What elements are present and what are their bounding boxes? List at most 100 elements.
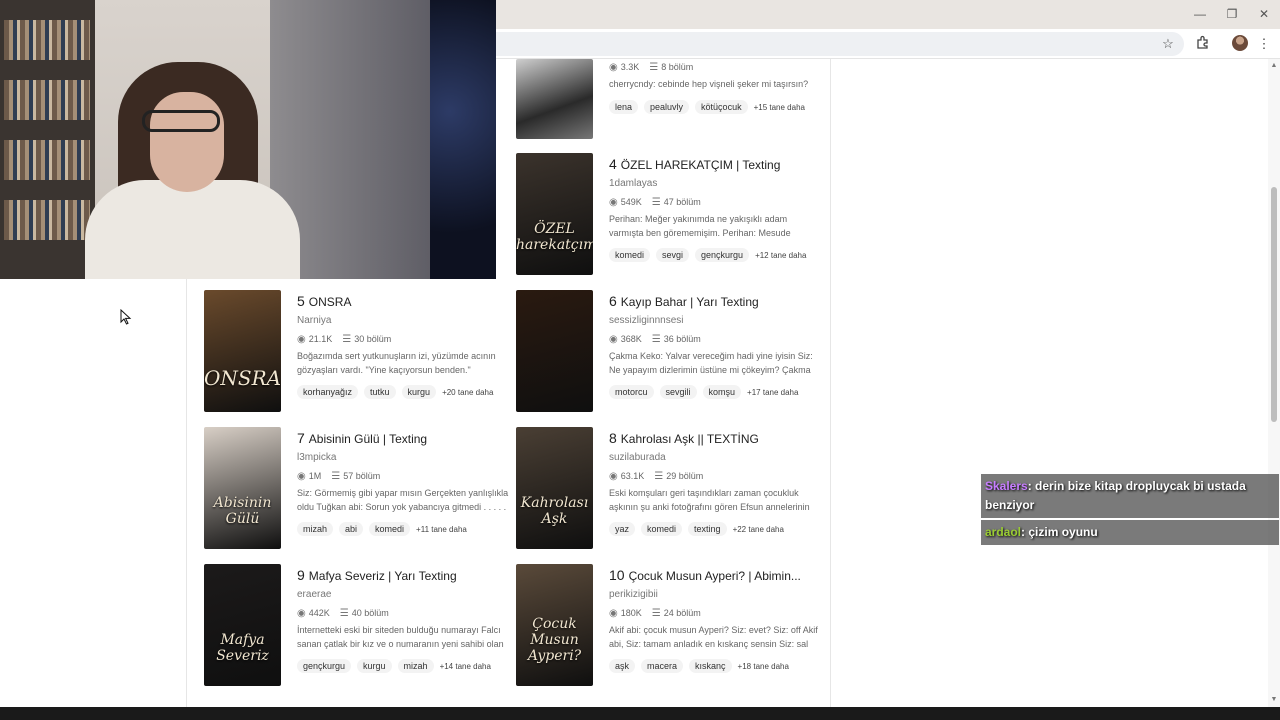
chapters-icon: ☰ [331,470,341,482]
story-title[interactable]: 10 Çocuk Musun Ayperi? | Abimin... [609,567,823,583]
story-cover[interactable] [516,290,593,412]
tag[interactable]: sevgi [656,248,690,262]
chat-text: : çizim oyunu [1021,525,1098,539]
story-author[interactable]: perikizigibii [609,589,823,602]
story-card-partial[interactable]: ◉ 3.3K ☰ 8 bölüm cherrycndy: cebinde hep v… [516,59,816,140]
chapters-icon: ☰ [339,607,349,619]
chapters-icon: ☰ [651,333,661,345]
story-title-text[interactable]: Abisinin Gülü | Texting [309,432,427,446]
story-card[interactable]: 6 Kayıp Bahar | Yarı Texting sessizliginn… [516,290,816,414]
story-title-text[interactable]: Kayıp Bahar | Yarı Texting [621,295,759,309]
story-card[interactable]: Abisinin Gülü 7 Abisinin Gülü | Texting l… [204,427,508,551]
more-tags-link[interactable]: +11 tane daha [416,525,467,534]
story-cover[interactable]: Çocuk Musun Ayperi? [516,564,593,686]
tag[interactable]: kurgu [357,659,392,673]
tag[interactable]: sevgili [659,385,697,399]
tag[interactable]: motorcu [609,385,654,399]
more-tags-link[interactable]: +18 tane daha [738,662,789,671]
tag[interactable]: mizah [397,659,434,673]
views-icon: ◉ [609,333,618,345]
tag[interactable]: kötüçocuk [695,100,748,114]
tag[interactable]: kurgu [401,385,437,399]
chapters-icon: ☰ [342,333,352,345]
scroll-down-icon[interactable]: ▼ [1268,695,1280,705]
story-title[interactable]: 9 Mafya Severiz | Yarı Texting [297,567,511,583]
tag[interactable]: aşk [609,659,636,673]
tag[interactable]: mizah [297,522,334,536]
more-tags-link[interactable]: +15 tane daha [754,103,805,112]
tag[interactable]: tutku [364,385,396,399]
cover-title: Çocuk Musun Ayperi? [527,616,582,664]
story-cover[interactable]: ONSRA [204,290,281,412]
story-author[interactable]: eraerae [297,589,511,602]
close-icon[interactable]: ✕ [1256,6,1272,22]
tag[interactable]: pealuvly [644,100,690,114]
views-icon: ◉ [609,470,618,482]
story-cover[interactable]: ÖZEL harekatçım [516,153,593,275]
restore-icon[interactable]: ❐ [1224,6,1240,22]
story-card[interactable]: ÖZEL harekatçım 4 ÖZEL HAREKATÇIM | Texti… [516,153,816,277]
tag[interactable]: komedi [369,522,411,536]
chat-message: ardaol: çizim oyunu [981,520,1279,545]
page-scrollbar[interactable]: ▲ ▼ [1268,59,1280,707]
story-author[interactable]: sessizliginnnsesi [609,315,823,328]
story-title-text[interactable]: ONSRA [309,295,352,309]
story-title[interactable]: 7 Abisinin Gülü | Texting [297,430,511,446]
story-cover[interactable]: Mafya Severiz [204,564,281,686]
story-tags: komedi sevgi gençkurgu +12 tane daha [609,247,823,263]
tag[interactable]: kıskanç [689,659,732,673]
tag[interactable]: yaz [609,522,636,536]
stream-chat: Skalers: derin bize kitap dropluycak bi … [981,474,1279,547]
story-title-text[interactable]: ÖZEL HAREKATÇIM | Texting [621,158,781,172]
story-rank: 8 [609,430,617,446]
chapters-icon: ☰ [651,196,661,208]
tag[interactable]: komedi [609,248,651,262]
chapters-icon: ☰ [649,61,659,73]
tag[interactable]: texting [688,522,727,536]
star-icon[interactable]: ☆ [1159,35,1177,53]
menu-icon[interactable]: ⋮ [1255,35,1273,53]
story-card[interactable]: ONSRA 5 ONSRA Narniya ◉ 21.1K ☰ 30 bölüm Bo… [204,290,504,414]
more-tags-link[interactable]: +14 tane daha [440,662,491,671]
story-card[interactable]: Kahrolası Aşk 8 Kahrolası Aşk || TEXTİNG … [516,427,816,551]
story-title-text[interactable]: Mafya Severiz | Yarı Texting [309,569,457,583]
tag[interactable]: komedi [641,522,683,536]
scroll-thumb[interactable] [1271,187,1277,422]
story-author[interactable]: suzilaburada [609,452,823,465]
story-title[interactable]: 4 ÖZEL HAREKATÇIM | Texting [609,156,823,172]
story-author[interactable]: Narniya [297,315,511,328]
story-title[interactable]: 6 Kayıp Bahar | Yarı Texting [609,293,823,309]
browser-toolbar: ☆ ⋮ [496,29,1280,59]
more-tags-link[interactable]: +20 tane daha [442,388,493,397]
tag[interactable]: gençkurgu [297,659,352,673]
views-count: 63.1K [620,471,645,481]
tag[interactable]: korhanyağız [297,385,359,399]
story-card[interactable]: Mafya Severiz 9 Mafya Severiz | Yarı Text… [204,564,504,688]
chat-username: ardaol [985,525,1022,539]
story-card[interactable]: Çocuk Musun Ayperi? 10 Çocuk Musun Ayperi… [516,564,818,688]
minimize-icon[interactable]: — [1192,6,1208,22]
story-author[interactable]: 1damlayas [609,178,823,191]
more-tags-link[interactable]: +17 tane daha [747,388,798,397]
more-tags-link[interactable]: +12 tane daha [755,251,806,260]
mouse-cursor-icon [120,308,132,325]
address-bar[interactable] [496,32,1184,56]
extensions-icon[interactable] [1194,35,1212,53]
tag[interactable]: abi [339,522,364,536]
story-title[interactable]: 5 ONSRA [297,293,511,309]
story-title-text[interactable]: Çocuk Musun Ayperi? | Abimin... [629,569,801,583]
tag[interactable]: macera [641,659,684,673]
story-author[interactable]: l3mpicka [297,452,511,465]
story-cover[interactable]: Kahrolası Aşk [516,427,593,549]
story-cover[interactable] [516,59,593,139]
tag[interactable]: lena [609,100,639,114]
more-tags-link[interactable]: +22 tane daha [733,525,784,534]
story-cover[interactable]: Abisinin Gülü [204,427,281,549]
scroll-up-icon[interactable]: ▲ [1268,61,1280,71]
story-title-text[interactable]: Kahrolası Aşk || TEXTİNG [621,432,759,446]
tag[interactable]: gençkurgu [695,248,750,262]
story-stats: ◉ 3.3K ☰ 8 bölüm [609,61,823,73]
story-title[interactable]: 8 Kahrolası Aşk || TEXTİNG [609,430,823,446]
profile-avatar[interactable] [1232,35,1248,51]
tag[interactable]: komşu [702,385,742,399]
